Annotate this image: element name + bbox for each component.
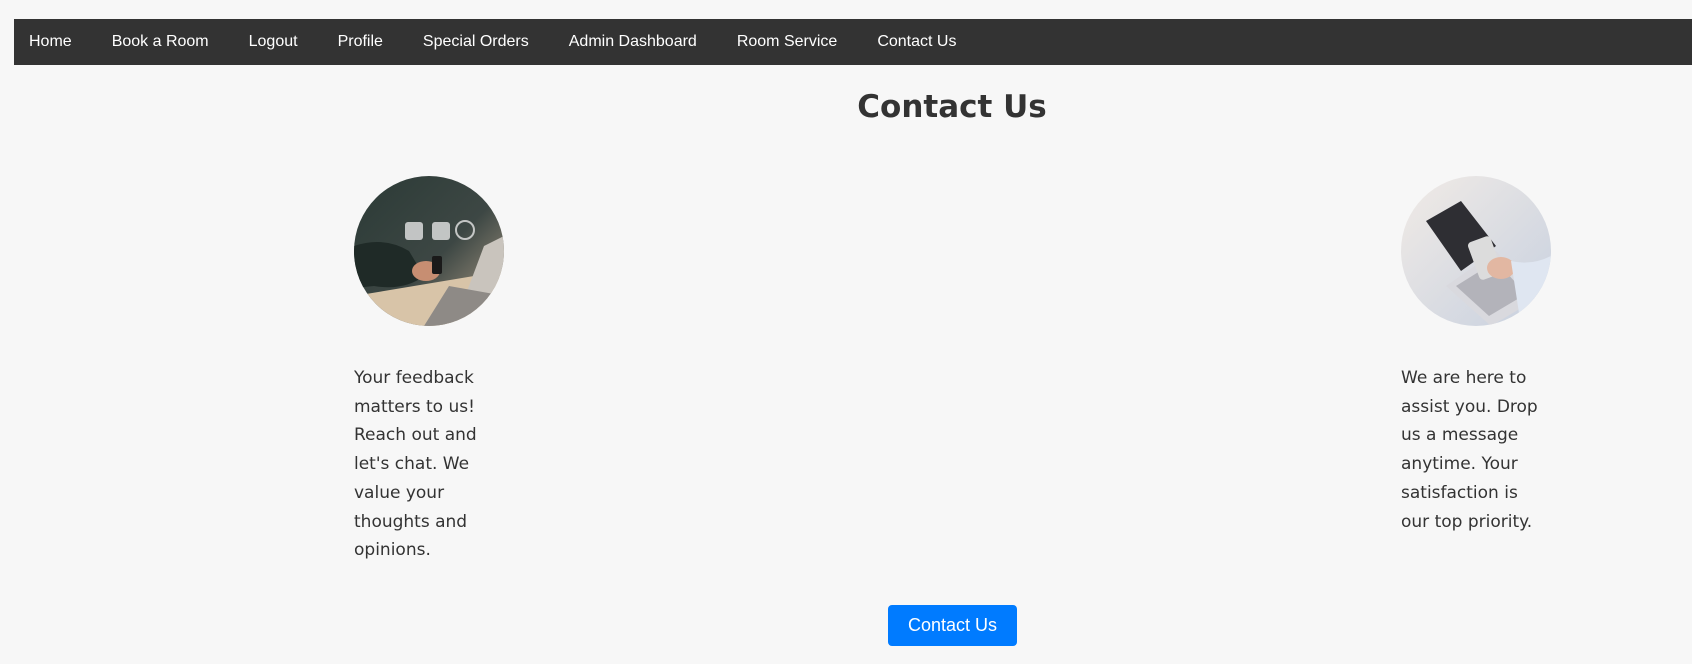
nav-book-room-link[interactable]: Book a Room xyxy=(112,33,209,51)
contact-us-button[interactable]: Contact Us xyxy=(888,605,1017,646)
nav-logout-link[interactable]: Logout xyxy=(249,33,298,51)
nav-admin-dashboard-link[interactable]: Admin Dashboard xyxy=(569,33,697,51)
nav-contact-us-link[interactable]: Contact Us xyxy=(877,33,956,51)
feedback-text: Your feedback matters to us! Reach out a… xyxy=(354,368,477,561)
contact-photo-right xyxy=(1401,176,1551,326)
nav-room-service-link[interactable]: Room Service xyxy=(737,33,837,51)
assistance-text: We are here to assist you. Drop us a mes… xyxy=(1401,368,1538,532)
nav-special-orders-link[interactable]: Special Orders xyxy=(423,33,529,51)
contact-photo-left xyxy=(354,176,504,326)
nav-home-link[interactable]: Home xyxy=(29,33,72,51)
page-title: Contact Us xyxy=(857,89,1047,125)
nav-profile-link[interactable]: Profile xyxy=(338,33,383,51)
main-navbar: Home Book a Room Logout Profile Special … xyxy=(14,19,1692,65)
